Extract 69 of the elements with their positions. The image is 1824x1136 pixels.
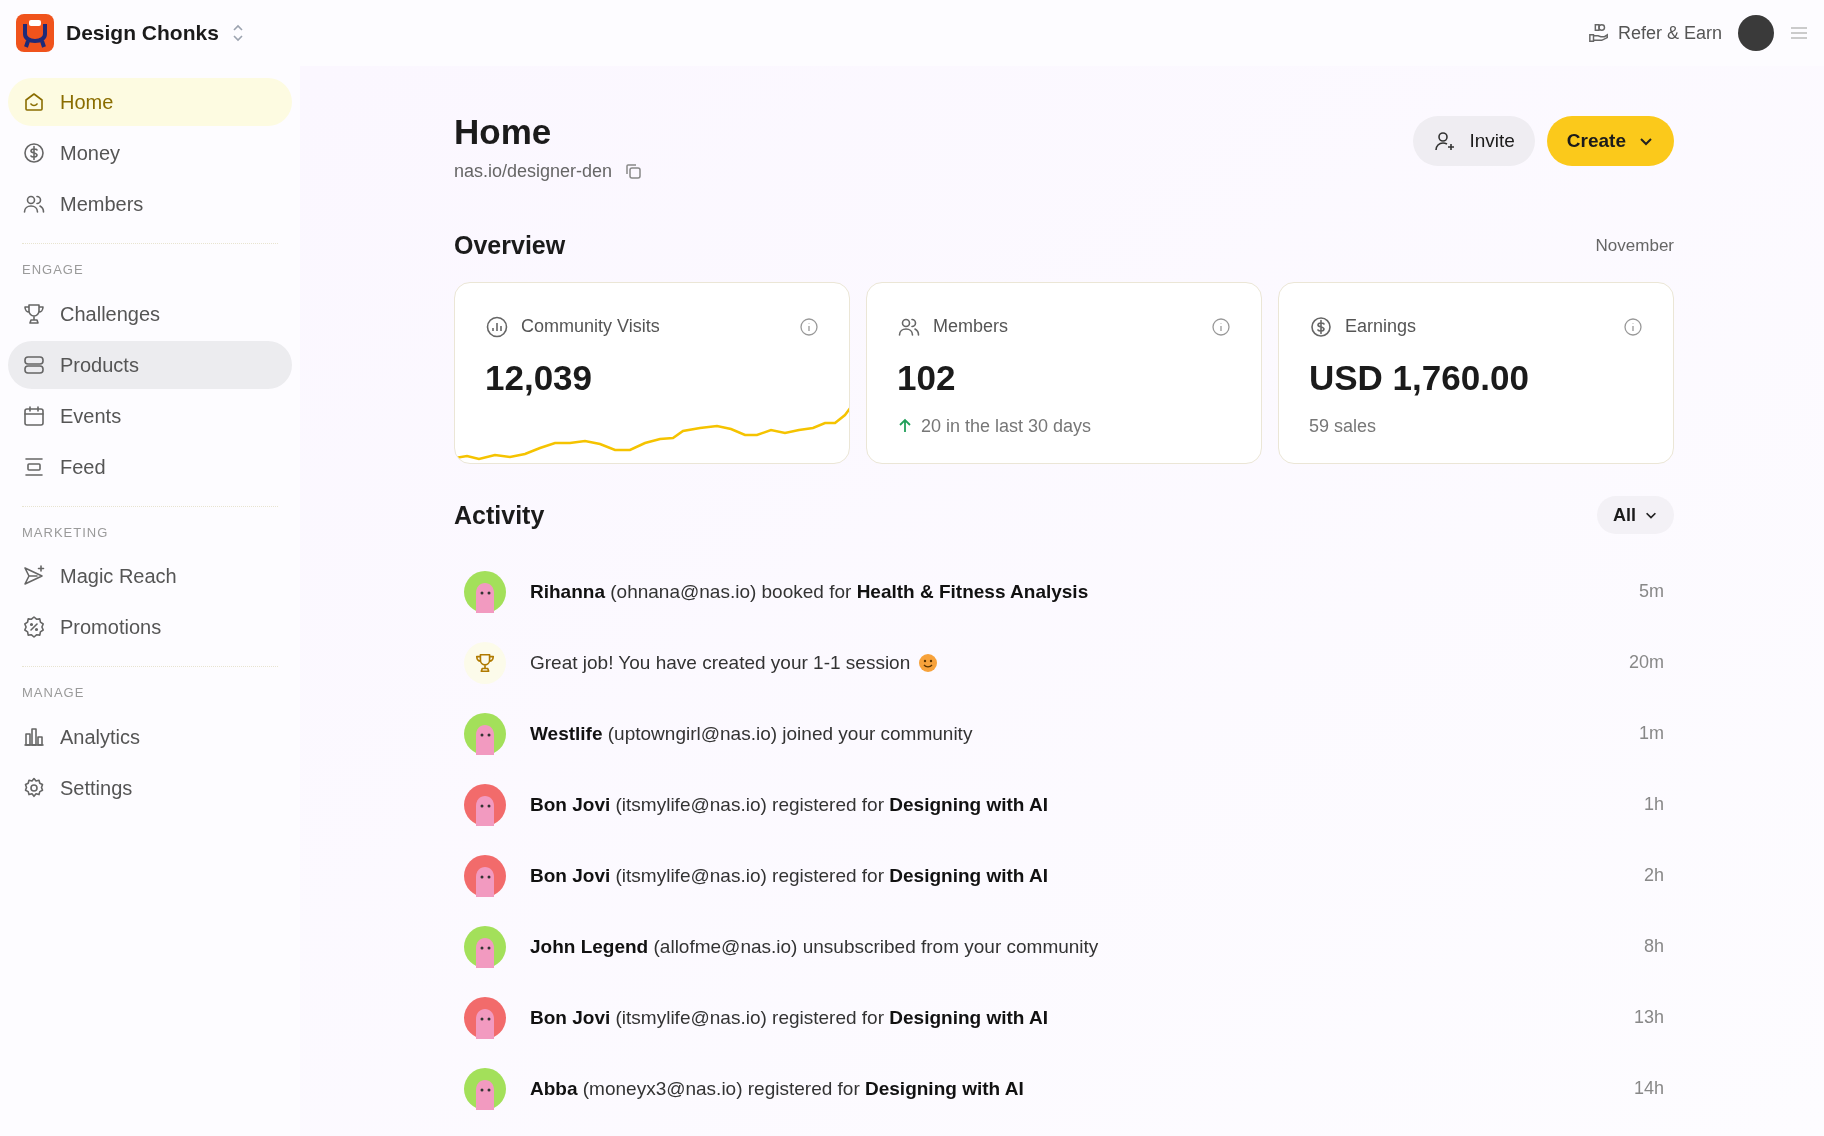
- gift-hand-icon: [1587, 22, 1610, 44]
- activity-text: Bon Jovi (itsmylife@nas.io) registered for Designing with AI: [530, 792, 1048, 817]
- section-title: Overview: [454, 229, 566, 261]
- dollar-icon: [1309, 314, 1333, 339]
- activity-text: Bon Jovi (itsmylife@nas.io) registered for Designing with AI: [530, 1005, 1048, 1030]
- nav-item[interactable]: Products: [8, 340, 292, 389]
- nav-item[interactable]: Promotions: [8, 603, 292, 651]
- switcher-icon[interactable]: [230, 23, 245, 43]
- activity-time: 8h: [1643, 935, 1664, 959]
- nav-section-heading: MARKETING: [21, 523, 110, 542]
- bar-chart-icon: [485, 314, 509, 339]
- info-icon[interactable]: [1211, 316, 1231, 337]
- nav-item[interactable]: Feed: [8, 442, 292, 491]
- activity-time: 13h: [1633, 1006, 1664, 1030]
- activity-time: 14h: [1633, 1077, 1664, 1101]
- section-title: Activity: [454, 499, 545, 531]
- card-note: 59 sales: [1309, 414, 1377, 438]
- calendar-icon: [22, 403, 46, 428]
- card-label: Earnings: [1345, 315, 1417, 339]
- filter-dropdown[interactable]: All: [1597, 496, 1674, 535]
- logo-icon: [16, 14, 54, 52]
- card-label: Community Visits: [521, 315, 660, 339]
- card-value: USD 1,760.00: [1309, 357, 1530, 400]
- nav-item[interactable]: Magic Reach: [8, 552, 292, 600]
- card-label: Members: [933, 315, 1008, 339]
- card-value: 102: [897, 357, 957, 400]
- nav-item[interactable]: Home: [8, 78, 292, 126]
- nav-item[interactable]: Events: [8, 391, 292, 440]
- activity-text: John Legend (allofme@nas.io) unsubscribed from your community: [530, 934, 1099, 959]
- home-icon: [22, 90, 46, 114]
- user-avatar[interactable]: [1738, 15, 1774, 51]
- workspace-name: Design Chonks: [66, 20, 219, 47]
- arrow-up-icon: [897, 418, 913, 435]
- copy-icon[interactable]: [624, 162, 643, 181]
- activity-text: Great job! You have created your 1-1 session: [530, 650, 911, 675]
- trophy-icon: [22, 301, 46, 326]
- trophy-icon: [474, 651, 496, 674]
- period-label: November: [1595, 234, 1674, 257]
- activity-text: Bon Jovi (itsmylife@nas.io) registered for Designing with AI: [530, 863, 1048, 888]
- nav-item[interactable]: Members: [8, 180, 292, 228]
- create-button[interactable]: Create: [1546, 116, 1674, 166]
- smiley-icon: [918, 652, 939, 673]
- nav-item[interactable]: Settings: [8, 763, 292, 812]
- discount-icon: [22, 615, 46, 639]
- nav-item[interactable]: Challenges: [8, 289, 292, 338]
- refer-earn-link[interactable]: Refer & Earn: [1587, 19, 1722, 47]
- nav-item[interactable]: Money: [8, 129, 292, 177]
- activity-text: Westlife (uptowngirl@nas.io) joined your community: [530, 721, 973, 746]
- nav-item[interactable]: Analytics: [8, 712, 292, 761]
- activity-time: 20m: [1629, 651, 1664, 675]
- activity-time: 5m: [1639, 580, 1664, 604]
- info-icon[interactable]: [799, 316, 819, 337]
- info-icon[interactable]: [1623, 316, 1643, 337]
- settings-icon: [22, 775, 46, 800]
- activity-time: 1h: [1643, 793, 1664, 817]
- paper-plane-icon: [22, 564, 46, 588]
- activity-text: Abba (moneyx3@nas.io) registered for Designing with AI: [530, 1076, 1024, 1101]
- nav-section-heading: MANAGE: [21, 684, 86, 702]
- activity-time: 1m: [1639, 722, 1664, 746]
- card-note: 20 in the last 30 days: [921, 414, 1092, 438]
- nav-section-heading: ENGAGE: [21, 261, 85, 279]
- community-url: nas.io/designer-den: [454, 159, 613, 183]
- activity-time: 2h: [1643, 864, 1664, 888]
- card-value: 12,039: [485, 357, 594, 400]
- menu-icon[interactable]: [1790, 26, 1808, 40]
- dollar-icon: [22, 141, 46, 165]
- invite-button[interactable]: Invite: [1413, 116, 1535, 166]
- page-title: Home: [454, 111, 553, 153]
- activity-text: Rihanna (ohnana@nas.io) booked for Health & Fitness Analysis: [530, 579, 1089, 604]
